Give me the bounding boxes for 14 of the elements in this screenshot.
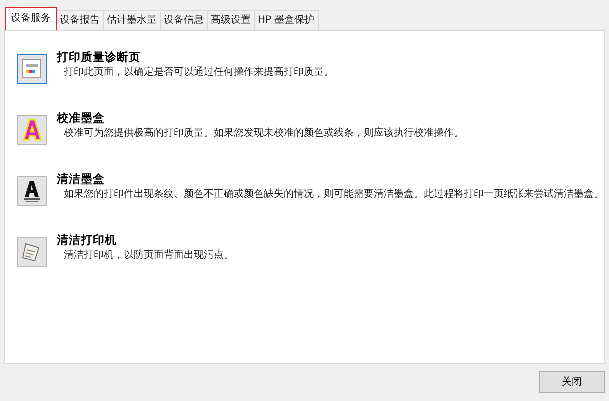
tab[interactable]: 设备服务 [5, 7, 57, 30]
service-description: 打印此页面，以确定是否可以通过任何操作来提高打印质量。 [63, 66, 334, 80]
service-description: 校准可为您提供极高的打印质量。如果您发现未校准的颜色或线条，则应该执行校准操作。 [63, 126, 464, 141]
service-title[interactable]: 清洁打印机 [57, 232, 234, 248]
service-description: 清洁打印机，以防页面背面出现污点。 [63, 248, 234, 263]
letter-a-icon[interactable] [17, 176, 47, 206]
service-description: 如果您的打印件出现条纹、颜色不正确或颜色缺失的情况，则可能需要清洁墨盒。此过程将打印一页纸张来尝试清洁墨盒。 [63, 188, 604, 202]
paper-icon[interactable] [17, 237, 47, 267]
printed-page-icon[interactable] [17, 54, 47, 84]
tab[interactable]: HP 墨盒保护 [254, 10, 319, 30]
service-title[interactable]: 清洁墨盒 [57, 171, 604, 187]
close-button[interactable]: 关闭 [539, 371, 605, 393]
service-title[interactable]: 打印质量诊断页 [57, 49, 334, 65]
service-title[interactable]: 校准墨盒 [57, 110, 464, 126]
